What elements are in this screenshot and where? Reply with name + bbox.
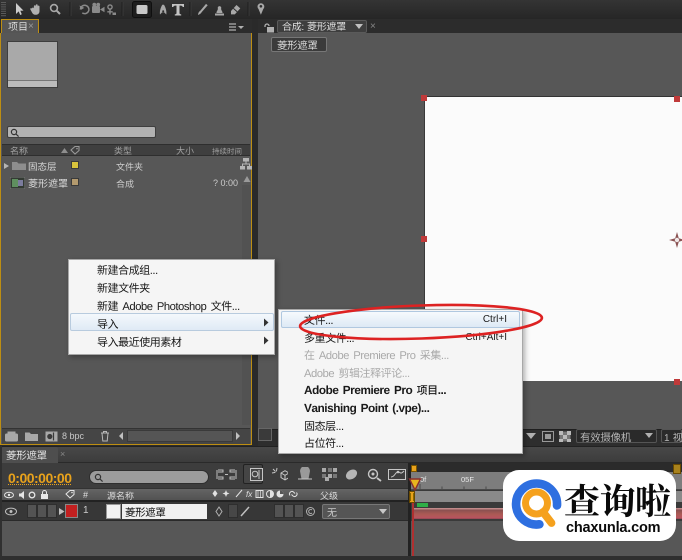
- svg-text:fx: fx: [246, 490, 253, 499]
